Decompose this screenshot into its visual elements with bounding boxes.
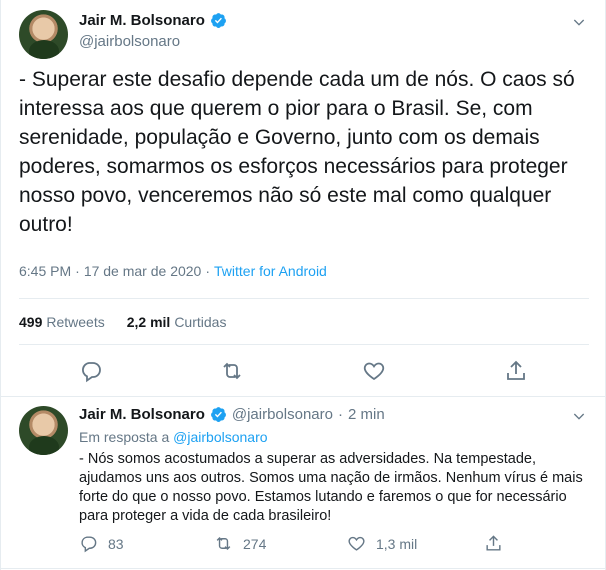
divider [19, 344, 589, 345]
reply-reply-button[interactable]: 83 [79, 534, 124, 553]
tweet-thread: Jair M. Bolsonaro @jairbolsonaro - Super… [0, 0, 606, 570]
reply-display-name[interactable]: Jair M. Bolsonaro [79, 406, 205, 423]
tweet-source-link[interactable]: Twitter for Android [214, 263, 327, 279]
handle[interactable]: @jairbolsonaro [79, 33, 180, 50]
reply-actions: 83 274 1,3 mil [79, 534, 585, 556]
reply-context: Em resposta a @jairbolsonaro [79, 429, 268, 445]
verified-badge-icon [210, 407, 226, 422]
reply-handle[interactable]: @jairbolsonaro [232, 406, 333, 423]
retweets-count: 499 [19, 314, 43, 330]
tweet-date[interactable]: 17 de mar de 2020 [84, 263, 202, 279]
chevron-down-icon[interactable] [571, 408, 587, 424]
reply-avatar[interactable] [19, 406, 68, 455]
tweet-meta: 6:45 PM · 17 de mar de 2020 · Twitter fo… [19, 263, 327, 279]
reply-mention-link[interactable]: @jairbolsonaro [173, 429, 267, 445]
likes-count: 2,2 mil [126, 314, 171, 330]
share-icon[interactable] [504, 359, 528, 383]
reply-author-row: Jair M. Bolsonaro @jairbolsonaro · 2 min [79, 406, 385, 423]
author-row: Jair M. Bolsonaro [79, 12, 227, 29]
reply-retweet-button[interactable]: 274 [214, 534, 266, 553]
like-count: 1,3 mil [376, 535, 418, 552]
reply-icon[interactable] [79, 359, 103, 383]
chevron-down-icon[interactable] [571, 14, 587, 30]
meta-separator: · [205, 263, 211, 279]
divider [19, 298, 589, 299]
reply-share-button[interactable] [484, 534, 503, 553]
reply-text: - Nós somos acostumados a superar as adv… [79, 451, 583, 524]
likes-label: Curtidas [174, 314, 227, 330]
bottom-border [1, 568, 606, 569]
retweet-icon[interactable] [220, 359, 244, 383]
display-name[interactable]: Jair M. Bolsonaro [79, 12, 205, 29]
meta-separator: · [337, 406, 343, 423]
tweet-text: - Superar este desafio depende cada um d… [19, 68, 575, 236]
tweet-time[interactable]: 6:45 PM [19, 263, 71, 279]
tweet-actions [1, 356, 606, 386]
retweets-label: Retweets [46, 314, 105, 330]
avatar[interactable] [19, 10, 68, 59]
meta-separator: · [75, 263, 80, 279]
heart-icon [348, 536, 365, 551]
likes-stat[interactable]: 2,2 mil Curtidas [127, 314, 227, 330]
retweet-count: 274 [243, 535, 267, 552]
tweet-separator [1, 396, 606, 397]
retweet-icon [216, 536, 231, 551]
heart-icon[interactable] [362, 359, 386, 383]
reply-prefix: Em resposta a [79, 429, 170, 445]
reply-like-button[interactable]: 1,3 mil [347, 534, 417, 553]
retweets-stat[interactable]: 499 Retweets [19, 314, 105, 330]
share-icon [486, 535, 501, 551]
tweet-stats: 499 Retweets 2,2 mil Curtidas [19, 314, 226, 330]
reply-time[interactable]: 2 min [348, 406, 385, 423]
verified-badge-icon [210, 13, 226, 28]
reply-icon [81, 536, 97, 553]
reply-count: 83 [108, 535, 124, 552]
